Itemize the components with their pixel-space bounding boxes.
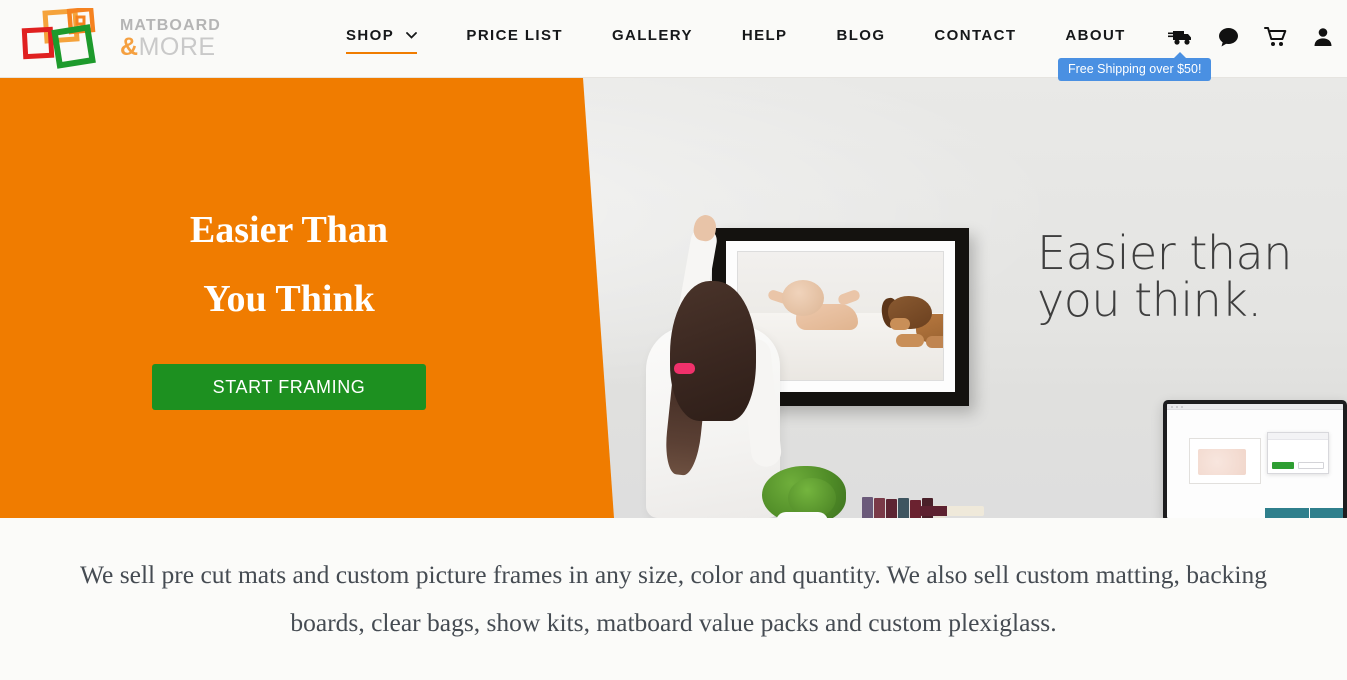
monitor-screen (1163, 400, 1347, 518)
book (874, 498, 885, 518)
logo-ampersand: & (120, 33, 139, 61)
wall-headline-line2: you think. (1037, 272, 1262, 327)
nav-item-help[interactable]: HELP (742, 27, 788, 54)
browser-toolbar (1167, 404, 1343, 410)
overlapping-picture-frames-logo-icon (21, 8, 96, 69)
chevron-down-icon (406, 32, 418, 39)
book (862, 497, 873, 518)
shipping-truck-icon[interactable] (1168, 27, 1193, 46)
nav-item-contact[interactable]: CONTACT (934, 27, 1016, 54)
hero-orange-panel: Easier Than You Think START FRAMING (0, 78, 614, 518)
browser-dot (1171, 406, 1173, 408)
baby-arm-right (836, 288, 862, 307)
site-logo[interactable]: MATBOARD &MORE (14, 8, 221, 70)
monitor-browser-page (1167, 404, 1343, 518)
wall-headline: Easier than you think. (1037, 230, 1292, 324)
nav-item-gallery[interactable]: GALLERY (612, 27, 693, 54)
logo-line-more: &MORE (120, 35, 221, 60)
computer-monitor (1163, 400, 1347, 518)
browser-dot (1176, 406, 1178, 408)
logo-line-matboard: MATBOARD (120, 17, 221, 34)
user-account-icon[interactable] (1313, 27, 1333, 47)
logo-wordmark: MATBOARD &MORE (120, 18, 221, 60)
footer-divider (1309, 508, 1310, 518)
girl-hair (670, 281, 756, 421)
header-icon-group (1168, 26, 1333, 47)
intro-section: We sell pre cut mats and custom picture … (0, 518, 1347, 680)
nav-item-blog[interactable]: BLOG (836, 27, 885, 54)
logo-more-text: MORE (138, 33, 216, 61)
dialog-primary-button (1272, 462, 1294, 469)
hero-title-line2: You Think (203, 278, 375, 321)
hero-section: Easier than you think. Easier Than You T… (0, 78, 1347, 518)
nav-item-shop[interactable]: SHOP (346, 27, 418, 54)
dialog-header (1268, 433, 1328, 440)
start-framing-button[interactable]: START FRAMING (152, 364, 426, 410)
book (898, 498, 909, 518)
main-navigation: SHOP PRICE LIST GALLERY HELP BLOG CONTAC… (346, 27, 1126, 54)
book (886, 499, 897, 518)
shopping-cart-icon[interactable] (1264, 26, 1288, 47)
monitor-dialog (1267, 432, 1329, 474)
designer-canvas (1189, 438, 1261, 484)
canvas-preview-image (1198, 449, 1246, 475)
hero-title-line1: Easier Than (189, 209, 389, 251)
puppy-paw-right (926, 336, 943, 348)
pink-hair-tie (674, 363, 695, 374)
nav-label-shop: SHOP (346, 27, 394, 44)
chat-bubble-icon[interactable] (1218, 27, 1239, 47)
intro-paragraph: We sell pre cut mats and custom picture … (80, 559, 1267, 637)
free-shipping-tooltip: Free Shipping over $50! (1058, 52, 1212, 81)
puppy-paw-left (896, 334, 924, 347)
nav-item-price-list[interactable]: PRICE LIST (466, 27, 563, 54)
page-footer-band (1265, 508, 1343, 518)
book (920, 506, 984, 516)
puppy-snout (890, 318, 910, 330)
dialog-secondary-button (1298, 462, 1324, 469)
hero-title: Easier Than You Think (0, 196, 578, 334)
wall-headline-line1: Easier than (1037, 226, 1292, 280)
nav-item-about[interactable]: ABOUT (1065, 27, 1125, 54)
stacked-books (920, 506, 990, 518)
browser-dot (1181, 406, 1183, 408)
